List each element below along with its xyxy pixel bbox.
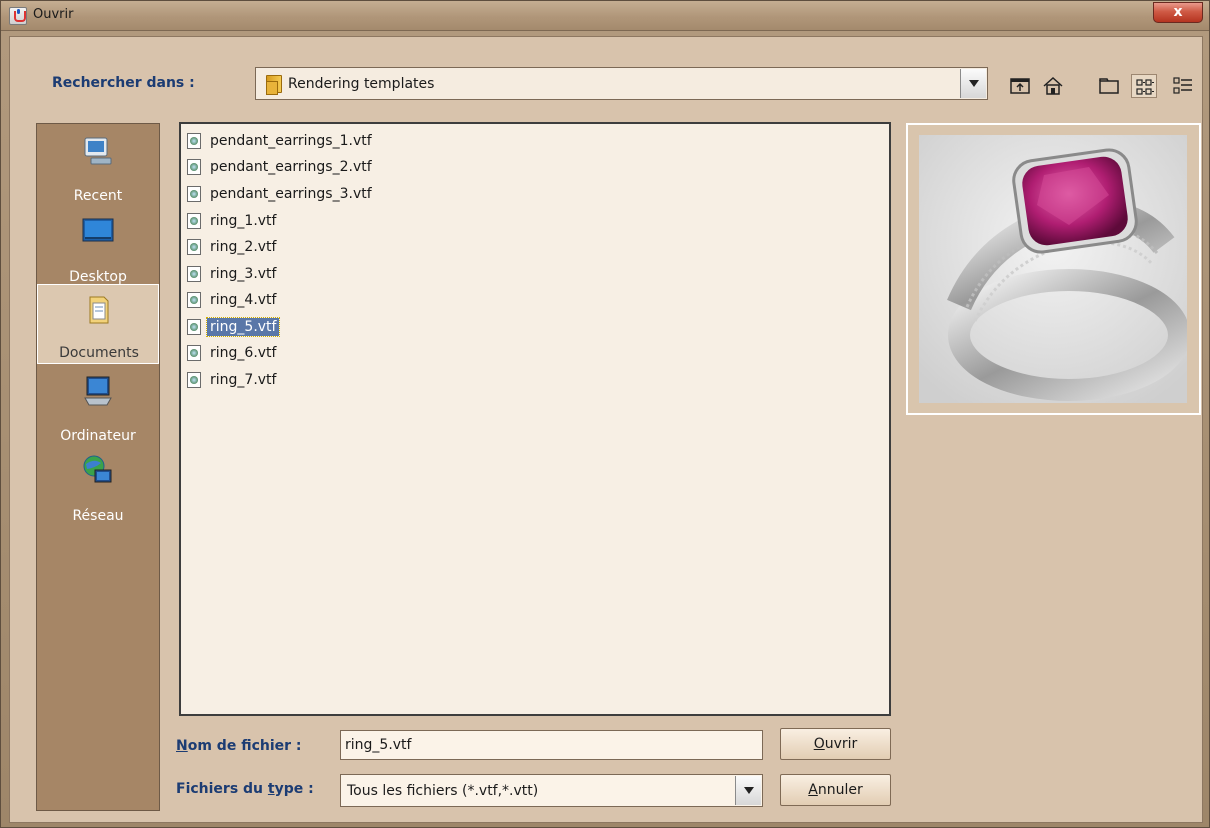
java-app-icon: [9, 7, 27, 25]
close-button[interactable]: x: [1153, 2, 1203, 23]
ring-preview-image: [919, 135, 1187, 403]
folder-icon: [266, 75, 282, 95]
place-label: Réseau: [72, 508, 124, 524]
file-icon: [187, 133, 201, 149]
list-item[interactable]: ring_3.vtf: [187, 263, 283, 285]
place-desktop[interactable]: Desktop: [37, 207, 159, 287]
file-icon: [187, 186, 201, 202]
new-folder-icon: [1099, 78, 1119, 94]
list-view-icon: [1136, 79, 1154, 95]
list-view-button[interactable]: [1131, 74, 1157, 98]
list-item[interactable]: pendant_earrings_2.vtf: [187, 156, 379, 178]
file-icon: [187, 239, 201, 255]
file-icon: [187, 213, 201, 229]
file-icon: [187, 266, 201, 282]
place-label: Ordinateur: [60, 428, 136, 444]
chevron-down-icon[interactable]: [735, 776, 761, 805]
filename-label: Nom de fichier :: [176, 738, 302, 754]
open-button[interactable]: Ouvrir: [780, 728, 891, 760]
list-item[interactable]: ring_7.vtf: [187, 369, 283, 391]
list-item[interactable]: pendant_earrings_1.vtf: [187, 130, 379, 152]
list-item[interactable]: pendant_earrings_3.vtf: [187, 183, 379, 205]
filename-input[interactable]: [340, 730, 763, 760]
place-recent[interactable]: Recent: [37, 126, 159, 206]
place-label: Desktop: [69, 269, 127, 285]
up-folder-icon: [1010, 78, 1030, 94]
look-in-combobox[interactable]: Rendering templates: [255, 67, 988, 100]
file-icon: [187, 372, 201, 388]
file-icon: [187, 292, 201, 308]
desktop-icon: [82, 218, 114, 242]
place-computer[interactable]: Ordinateur: [37, 366, 159, 446]
list-item[interactable]: ring_6.vtf: [187, 342, 283, 364]
list-item[interactable]: ring_2.vtf: [187, 236, 283, 258]
computer-icon: [84, 376, 112, 406]
details-view-button[interactable]: [1170, 74, 1196, 98]
documents-icon: [89, 296, 109, 324]
look-in-value: Rendering templates: [288, 76, 435, 92]
place-label: Recent: [73, 188, 123, 204]
title-bar[interactable]: Ouvrir x: [1, 1, 1209, 31]
recent-icon: [84, 137, 112, 165]
home-icon: [1043, 76, 1063, 95]
file-icon: [187, 159, 201, 175]
network-icon: [83, 455, 112, 483]
filetype-value: Tous les fichiers (*.vtf,*.vtt): [347, 783, 539, 799]
place-documents[interactable]: Documents: [37, 284, 159, 364]
file-icon: [187, 319, 201, 335]
list-item[interactable]: ring_4.vtf: [187, 289, 283, 311]
cancel-button[interactable]: Annuler: [780, 774, 891, 806]
place-label: Documents: [59, 345, 139, 361]
file-list[interactable]: pendant_earrings_1.vtf pendant_earrings_…: [179, 122, 891, 716]
details-view-icon: [1173, 77, 1192, 94]
place-network[interactable]: Réseau: [37, 446, 159, 526]
home-button[interactable]: [1040, 74, 1066, 98]
list-item-selected[interactable]: ring_5.vtf: [187, 316, 283, 338]
look-in-label: Rechercher dans :: [52, 75, 195, 91]
chevron-down-icon[interactable]: [960, 69, 986, 98]
file-icon: [187, 345, 201, 361]
up-folder-button[interactable]: [1007, 74, 1033, 98]
new-folder-button[interactable]: [1096, 74, 1122, 98]
filetype-label: Fichiers du type :: [176, 781, 314, 797]
window-title: Ouvrir: [33, 7, 74, 22]
filetype-combobox[interactable]: Tous les fichiers (*.vtf,*.vtt): [340, 774, 763, 807]
list-item[interactable]: ring_1.vtf: [187, 210, 283, 232]
places-bar: Recent Desktop Documents Ordinateur Rése…: [36, 123, 160, 811]
